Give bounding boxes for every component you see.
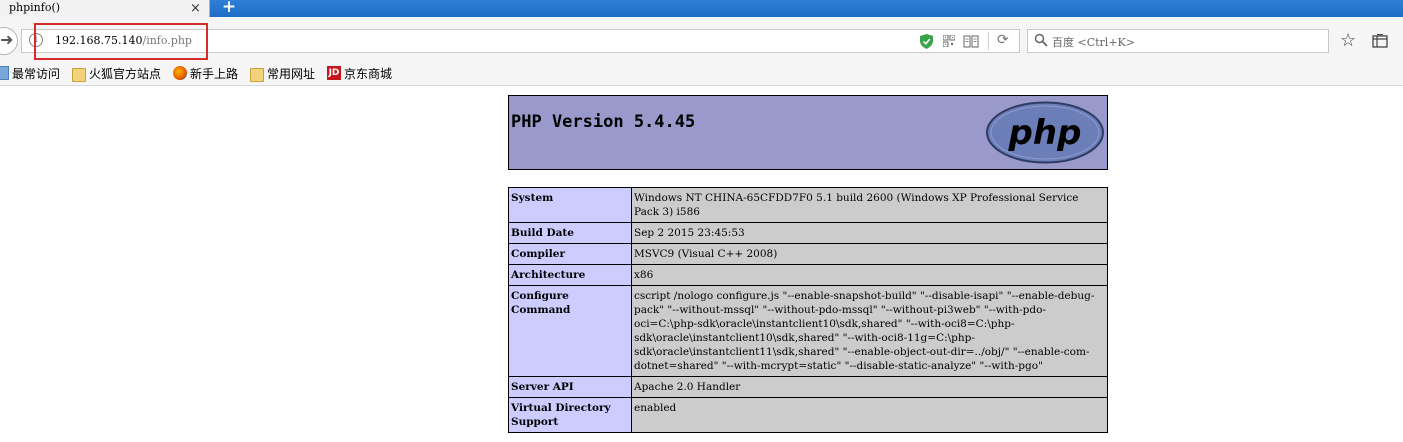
- page-title: PHP Version 5.4.45: [511, 112, 696, 132]
- jd-icon: JD: [327, 66, 341, 80]
- table-row: Build Date Sep 2 2015 23:45:53: [508, 222, 1108, 244]
- table-value: Sep 2 2015 23:45:53: [631, 222, 1108, 244]
- php-logo-text: php: [1008, 113, 1082, 153]
- bookmark-common-sites[interactable]: 常用网址: [250, 66, 315, 82]
- table-row: Compiler MSVC9 (Visual C++ 2008): [508, 243, 1108, 265]
- table-row: Server API Apache 2.0 Handler: [508, 376, 1108, 398]
- table-row: Configure Command cscript /nologo config…: [508, 285, 1108, 377]
- bookmark-jd[interactable]: JD 京东商城: [327, 66, 392, 82]
- bookmark-getting-started[interactable]: 新手上路: [173, 66, 238, 82]
- table-value: enabled: [631, 397, 1108, 433]
- table-row: Architecture x86: [508, 264, 1108, 286]
- table-row: System Windows NT CHINA-65CFDD7F0 5.1 bu…: [508, 187, 1108, 223]
- php-version-header: PHP Version 5.4.45 php: [508, 95, 1108, 170]
- phpinfo-table: System Windows NT CHINA-65CFDD7F0 5.1 bu…: [508, 187, 1108, 433]
- search-icon: [1034, 33, 1048, 47]
- table-key: Compiler: [508, 243, 632, 265]
- bookmark-star-icon[interactable]: ☆: [1340, 31, 1356, 51]
- library-icon[interactable]: [1372, 34, 1388, 48]
- search-input[interactable]: 百度 <Ctrl+K>: [1052, 34, 1135, 50]
- tab-title: phpinfo(): [9, 1, 61, 14]
- table-value: MSVC9 (Visual C++ 2008): [631, 243, 1108, 265]
- shield-icon[interactable]: [920, 34, 933, 49]
- url-highlight-annotation: [34, 23, 208, 60]
- bookmark-most-visited[interactable]: 最常访问: [0, 66, 60, 82]
- table-value: Apache 2.0 Handler: [631, 376, 1108, 398]
- table-key: Configure Command: [508, 285, 632, 377]
- table-key: Architecture: [508, 264, 632, 286]
- bookmarks-bar: 最常访问 火狐官方站点 新手上路 常用网址 JD 京东商城: [0, 63, 1403, 86]
- table-key: Server API: [508, 376, 632, 398]
- table-key: Virtual Directory Support: [508, 397, 632, 433]
- folder-icon: [72, 68, 86, 82]
- table-value: cscript /nologo configure.js "--enable-s…: [631, 285, 1108, 377]
- back-arrow-icon: ➜: [0, 30, 14, 49]
- bookmark-label: 京东商城: [344, 67, 393, 81]
- new-tab-button[interactable]: +: [220, 0, 238, 17]
- php-logo[interactable]: php: [985, 101, 1105, 164]
- bookmark-firefox-site[interactable]: 火狐官方站点: [72, 66, 161, 82]
- search-bar[interactable]: 百度 <Ctrl+K>: [1027, 29, 1329, 53]
- table-value: x86: [631, 264, 1108, 286]
- bookmark-label: 最常访问: [12, 67, 61, 81]
- table-key: System: [508, 187, 632, 223]
- back-button[interactable]: ➜: [0, 27, 18, 55]
- navigation-bar: ➜ i 192.168.75.140/info.php ⟳ 百度 <Ctrl+K…: [0, 17, 1403, 64]
- most-visited-icon: [0, 66, 9, 80]
- table-value: Windows NT CHINA-65CFDD7F0 5.1 build 260…: [631, 187, 1108, 223]
- folder-icon: [250, 68, 264, 82]
- table-key: Build Date: [508, 222, 632, 244]
- close-icon[interactable]: ×: [190, 0, 201, 17]
- firefox-icon: [173, 66, 187, 80]
- tab-phpinfo[interactable]: phpinfo() ×: [0, 0, 210, 17]
- qr-code-icon[interactable]: [943, 35, 955, 47]
- bookmark-label: 火狐官方站点: [89, 67, 162, 81]
- reader-view-icon[interactable]: [963, 35, 979, 48]
- table-row: Virtual Directory Support enabled: [508, 397, 1108, 433]
- tab-strip: phpinfo() × +: [0, 0, 1403, 17]
- url-divider: [988, 32, 989, 50]
- reload-icon[interactable]: ⟳: [997, 32, 1009, 48]
- bookmark-label: 常用网址: [267, 67, 316, 81]
- bookmark-label: 新手上路: [190, 67, 239, 81]
